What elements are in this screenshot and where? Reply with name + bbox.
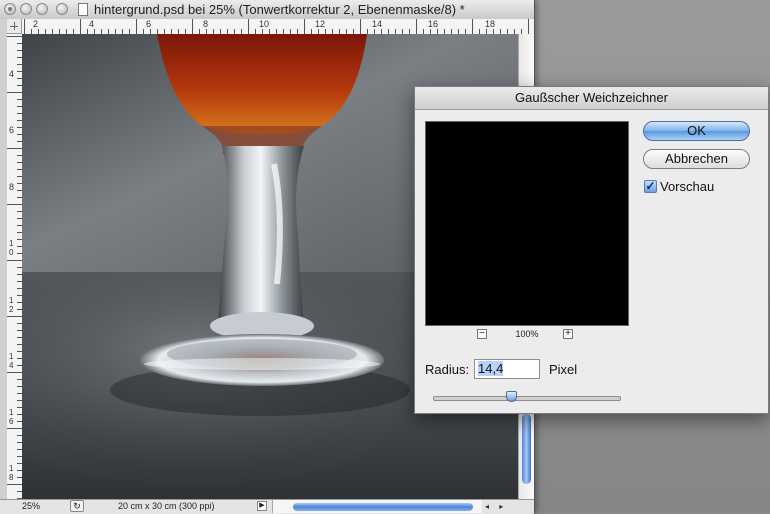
status-bar: 25% ↻ 20 cm x 30 cm (300 ppi) ▶ ◂ ▸: [0, 499, 534, 514]
close-window-button[interactable]: [4, 3, 16, 15]
zoom-window-button[interactable]: [36, 3, 48, 15]
radius-unit-label: Pixel: [549, 362, 578, 377]
ruler-label: 1 4: [9, 352, 14, 370]
status-menu-arrow-icon[interactable]: ▶: [257, 501, 267, 511]
radius-slider-knob[interactable]: [506, 391, 518, 402]
document-title: hintergrund.psd bei 25% (Tonwertkorrektu…: [94, 2, 465, 17]
preview-zoom-percent: 100%: [515, 329, 539, 339]
ruler-label: 18: [485, 19, 496, 29]
vertical-scroll-thumb[interactable]: [522, 414, 531, 484]
blur-preview-box[interactable]: [425, 121, 629, 326]
document-titlebar[interactable]: hintergrund.psd bei 25% (Tonwertkorrektu…: [0, 0, 534, 20]
document-size-info: 20 cm x 30 cm (300 ppi): [118, 501, 215, 511]
ruler-label: 6: [146, 19, 152, 29]
ruler-label: 8: [9, 182, 15, 192]
radius-value: 14,4: [478, 361, 504, 376]
radius-slider[interactable]: [433, 391, 621, 402]
ruler-label: 2: [33, 19, 39, 29]
scroll-arrows-icon[interactable]: ◂ ▸: [485, 500, 515, 513]
cancel-button[interactable]: Abbrechen: [643, 149, 750, 169]
preview-checkbox[interactable]: ✓: [644, 180, 657, 193]
ruler-label: 1 0: [9, 239, 14, 257]
minimize-window-button[interactable]: [20, 3, 32, 15]
ruler-label: 4: [89, 19, 95, 29]
toolbar-toggle-button[interactable]: [56, 3, 68, 15]
ruler-label: 1 8: [9, 464, 14, 482]
gaussian-blur-dialog: Gaußscher Weichzeichner − 100% + OK Abbr…: [414, 86, 769, 414]
horizontal-ruler[interactable]: 2 4 6 8 10 12 14 16 18: [22, 19, 534, 35]
zoom-in-button[interactable]: +: [563, 329, 573, 339]
document-proxy-icon[interactable]: [78, 3, 88, 16]
ruler-label: 8: [203, 19, 209, 29]
ruler-label: 12: [315, 19, 326, 29]
zoom-level-field[interactable]: 25%: [22, 501, 66, 512]
ruler-label: 16: [428, 19, 439, 29]
vertical-ruler[interactable]: 4 6 8 1 0 1 2 1 4 1 6 1 8: [7, 34, 23, 499]
vertical-ruler-ticks: [7, 36, 22, 499]
horizontal-scrollbar[interactable]: [272, 500, 482, 513]
ruler-label: 10: [259, 19, 270, 29]
status-refresh-icon[interactable]: ↻: [70, 500, 84, 512]
horizontal-ruler-ticks: [24, 19, 529, 34]
horizontal-scroll-thumb[interactable]: [293, 503, 473, 511]
ok-button[interactable]: OK: [643, 121, 750, 141]
ruler-label: 6: [9, 125, 15, 135]
radius-input[interactable]: 14,4: [474, 359, 540, 379]
radius-label: Radius:: [425, 362, 470, 377]
ruler-label: 1 2: [9, 296, 14, 314]
zoom-out-button[interactable]: −: [477, 329, 487, 339]
ruler-label: 4: [9, 69, 15, 79]
window-left-edge: [0, 19, 7, 499]
ruler-origin[interactable]: [7, 19, 22, 34]
preview-zoom-control: − 100% +: [477, 329, 577, 341]
preview-checkbox-label: Vorschau: [660, 179, 715, 194]
ruler-label: 14: [372, 19, 383, 29]
dialog-title: Gaußscher Weichzeichner: [415, 87, 768, 110]
ruler-label: 1 6: [9, 408, 14, 426]
